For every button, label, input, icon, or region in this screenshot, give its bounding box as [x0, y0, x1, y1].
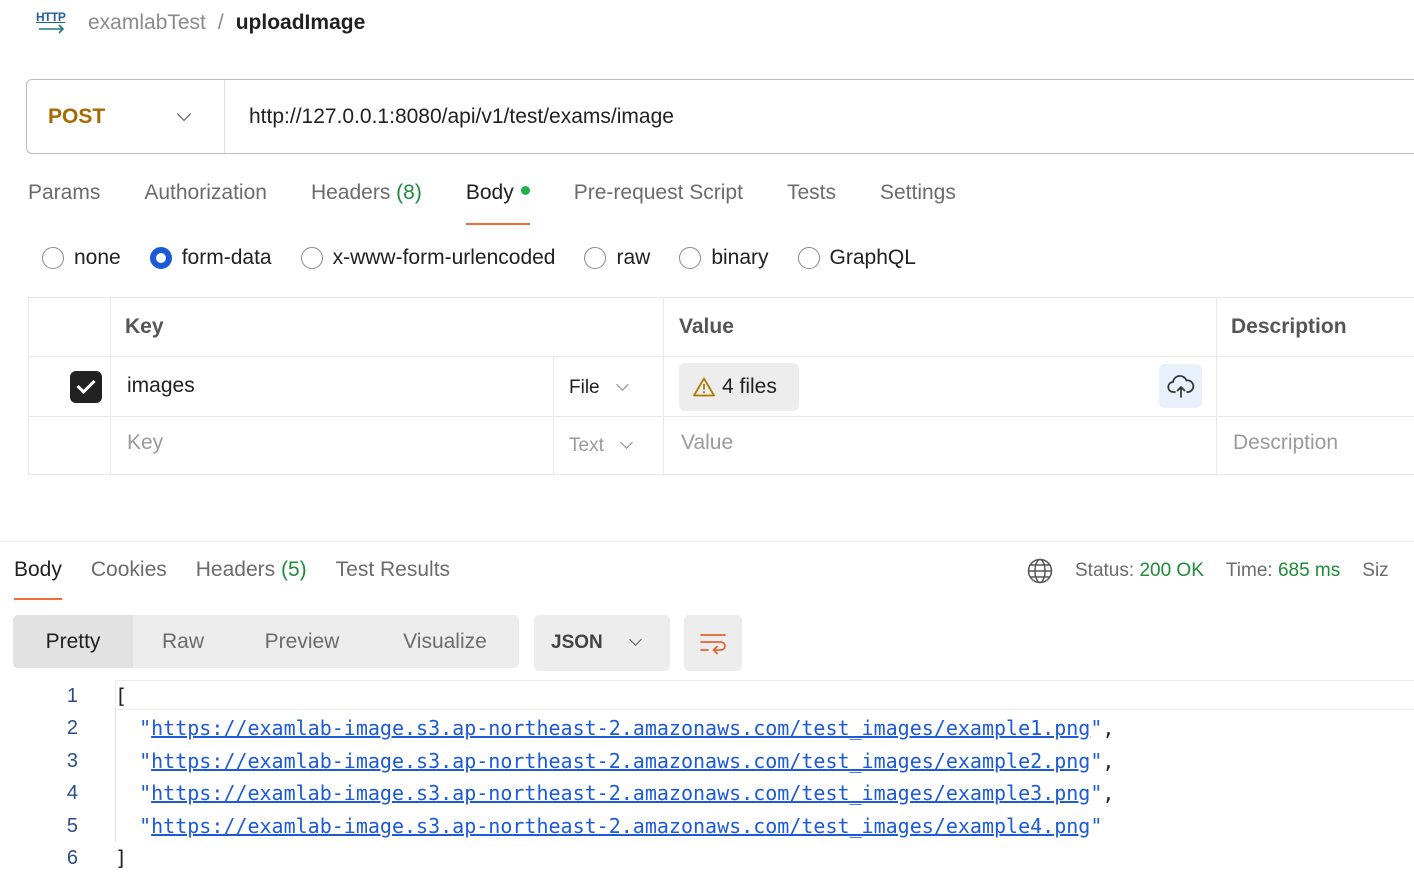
tab-body[interactable]: Body: [465, 181, 530, 225]
response-tab-cookies[interactable]: Cookies: [91, 558, 167, 600]
warning-icon: [693, 377, 715, 397]
new-value-input[interactable]: Value: [681, 431, 733, 455]
url-link[interactable]: https://examlab-image.s3.ap-northeast-2.…: [151, 716, 1090, 740]
response-body-viewer[interactable]: 1 2 3 4 5 6 [ "https://examlab-image.s3.…: [0, 680, 1414, 875]
radio-none[interactable]: none: [42, 246, 121, 270]
tab-headers-count: (8): [396, 181, 422, 204]
line-number: 2: [66, 717, 78, 740]
chevron-down-icon: [176, 106, 192, 122]
new-key-input[interactable]: Key: [127, 431, 163, 455]
checkmark-icon: [76, 374, 96, 395]
url-link[interactable]: https://examlab-image.s3.ap-northeast-2.…: [151, 781, 1090, 805]
chevron-down-icon: [619, 435, 633, 449]
radio-x-www-form-urlencoded[interactable]: x-www-form-urlencoded: [300, 246, 555, 270]
row-key-input[interactable]: images: [127, 374, 195, 398]
view-mode-segmented-control: Pretty Raw Preview Visualize: [13, 615, 519, 668]
radio-raw[interactable]: raw: [584, 246, 650, 270]
column-header-value: Value: [679, 315, 734, 338]
line-number: 6: [66, 846, 78, 869]
response-tab-body[interactable]: Body: [14, 558, 62, 600]
method-label: POST: [48, 104, 106, 128]
wrap-lines-icon: [700, 634, 726, 655]
body-type-radios: none form-data x-www-form-urlencoded raw…: [42, 246, 945, 270]
time-value: 685 ms: [1277, 560, 1341, 581]
upload-cloud-button[interactable]: [1159, 364, 1202, 408]
url-link[interactable]: https://examlab-image.s3.ap-northeast-2.…: [151, 814, 1090, 838]
row-type-select[interactable]: File: [569, 377, 629, 399]
response-tab-headers[interactable]: Headers (5): [196, 558, 307, 600]
files-chip[interactable]: 4 files: [679, 363, 799, 411]
code-line-open-bracket: [: [115, 684, 128, 708]
new-description-input[interactable]: Description: [1233, 431, 1338, 455]
tab-params[interactable]: Params: [28, 181, 100, 225]
cloud-upload-icon: [1166, 375, 1194, 398]
radio-graphql[interactable]: GraphQL: [797, 246, 916, 270]
radio-button[interactable]: [584, 247, 607, 269]
row-enabled-checkbox[interactable]: [70, 371, 102, 403]
tab-headers-label: Headers: [310, 181, 391, 204]
tab-headers[interactable]: Headers (8): [311, 181, 422, 225]
radio-button[interactable]: [42, 247, 64, 269]
breadcrumb: HTTP examlabTest / uploadImage: [36, 8, 365, 38]
response-tab-test-results[interactable]: Test Results: [336, 558, 450, 600]
tab-tests[interactable]: Tests: [787, 181, 836, 225]
response-status-bar: Status: 200 OK Time: 685 ms Siz: [1027, 558, 1411, 584]
url-link[interactable]: https://examlab-image.s3.ap-northeast-2.…: [151, 749, 1090, 773]
tab-settings[interactable]: Settings: [880, 181, 956, 225]
code-line: "https://examlab-image.s3.ap-northeast-2…: [139, 813, 1103, 838]
status-value: 200 OK: [1139, 560, 1204, 581]
status-info[interactable]: Status: 200 OK: [1075, 560, 1204, 582]
form-data-table: Key Value Description images File 4 file…: [28, 297, 1414, 476]
size-info[interactable]: Siz: [1362, 560, 1388, 582]
code-line: "https://examlab-image.s3.ap-northeast-2…: [139, 716, 1115, 741]
view-mode-visualize[interactable]: Visualize: [371, 615, 519, 668]
line-number: 3: [66, 749, 78, 772]
globe-icon[interactable]: [1027, 558, 1053, 584]
radio-button[interactable]: [679, 247, 702, 269]
line-number-gutter: 1 2 3 4 5 6: [0, 680, 80, 874]
code-line: "https://examlab-image.s3.ap-northeast-2…: [139, 781, 1115, 806]
json-code: [ "https://examlab-image.s3.ap-northeast…: [115, 680, 1114, 874]
files-count: 4 files: [722, 375, 777, 398]
code-line-close-bracket: ]: [115, 845, 128, 870]
line-number: 4: [66, 782, 78, 805]
request-tabs: Params Authorization Headers (8) Body Pr…: [28, 181, 1000, 225]
tab-prerequest-script[interactable]: Pre-request Script: [574, 181, 743, 225]
tab-authorization[interactable]: Authorization: [144, 181, 267, 225]
url-input[interactable]: [249, 104, 1349, 129]
wrap-lines-button[interactable]: [684, 615, 742, 671]
time-info[interactable]: Time: 685 ms: [1226, 560, 1340, 582]
radio-form-data[interactable]: form-data: [149, 246, 272, 270]
code-line: "https://examlab-image.s3.ap-northeast-2…: [139, 748, 1115, 773]
url-bar: POST: [26, 79, 1414, 154]
radio-binary[interactable]: binary: [679, 246, 769, 270]
radio-button[interactable]: [797, 247, 820, 269]
chevron-down-icon: [629, 633, 642, 646]
view-mode-raw[interactable]: Raw: [133, 615, 233, 668]
response-language-select[interactable]: JSON: [534, 615, 670, 671]
chevron-down-icon: [615, 377, 629, 391]
response-headers-count: (5): [280, 558, 307, 581]
view-mode-pretty[interactable]: Pretty: [13, 615, 133, 668]
tab-body-label: Body: [465, 181, 514, 204]
line-number: 5: [66, 814, 78, 837]
response-divider: [0, 541, 1414, 542]
breadcrumb-separator: /: [217, 11, 224, 34]
radio-button-checked[interactable]: [149, 247, 172, 269]
breadcrumb-collection[interactable]: examlabTest: [88, 11, 206, 35]
column-header-key: Key: [125, 315, 164, 338]
radio-button[interactable]: [300, 247, 323, 269]
body-indicator-dot: [520, 185, 530, 195]
view-mode-preview[interactable]: Preview: [233, 615, 371, 668]
line-number: 1: [66, 685, 78, 707]
http-request-icon: HTTP: [36, 8, 68, 38]
response-tabs: Body Cookies Headers (5) Test Results: [14, 558, 479, 600]
column-header-description: Description: [1231, 315, 1347, 338]
method-select[interactable]: POST: [27, 80, 225, 153]
new-type-select[interactable]: Text: [569, 435, 633, 457]
breadcrumb-request-name[interactable]: uploadImage: [236, 11, 366, 35]
